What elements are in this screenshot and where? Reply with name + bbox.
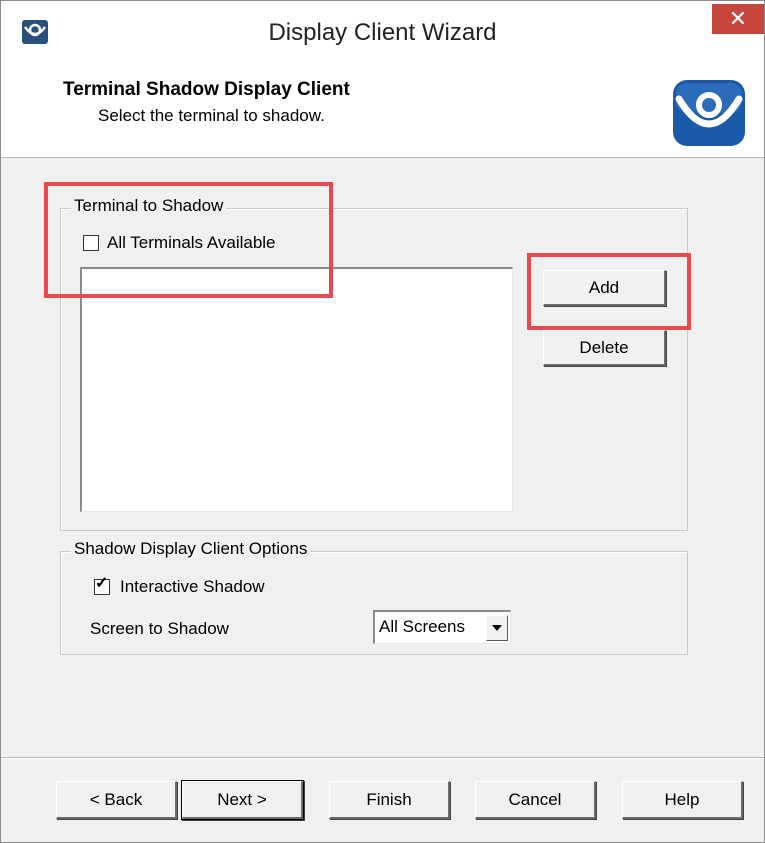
screen-to-shadow-label: Screen to Shadow — [90, 619, 229, 638]
annotation-highlight-terminal — [44, 182, 333, 298]
wizard-header: Terminal Shadow Display Client Select th… — [1, 65, 764, 158]
help-button[interactable]: Help — [622, 781, 743, 819]
interactive-shadow-label: Interactive Shadow — [120, 577, 265, 596]
title-bar: Display Client Wizard ✕ — [1, 1, 764, 65]
page-subtitle: Select the terminal to shadow. — [98, 106, 325, 125]
thinmanager-logo-icon — [673, 80, 745, 146]
next-button[interactable]: Next > — [182, 781, 303, 819]
page-title: Terminal Shadow Display Client — [63, 79, 350, 100]
delete-button[interactable]: Delete — [543, 330, 666, 366]
cancel-button[interactable]: Cancel — [475, 781, 596, 819]
screen-select-value: All Screens — [379, 617, 465, 636]
window-title: Display Client Wizard — [268, 19, 497, 46]
check-icon: ✓ — [95, 575, 109, 592]
footer-separator — [1, 757, 764, 759]
chevron-down-icon[interactable] — [486, 615, 508, 641]
close-button[interactable]: ✕ — [712, 4, 764, 34]
finish-button[interactable]: Finish — [329, 781, 450, 819]
screen-to-shadow-select[interactable]: All Screens — [373, 610, 511, 644]
back-button[interactable]: < Back — [56, 781, 177, 819]
annotation-highlight-add — [527, 253, 691, 330]
options-group-legend: Shadow Display Client Options — [71, 539, 311, 559]
close-icon: ✕ — [728, 6, 748, 31]
wizard-window: Display Client Wizard ✕ Terminal Shadow … — [0, 0, 765, 843]
interactive-shadow-checkbox[interactable]: ✓ — [94, 575, 110, 595]
terminal-list[interactable] — [80, 267, 513, 512]
